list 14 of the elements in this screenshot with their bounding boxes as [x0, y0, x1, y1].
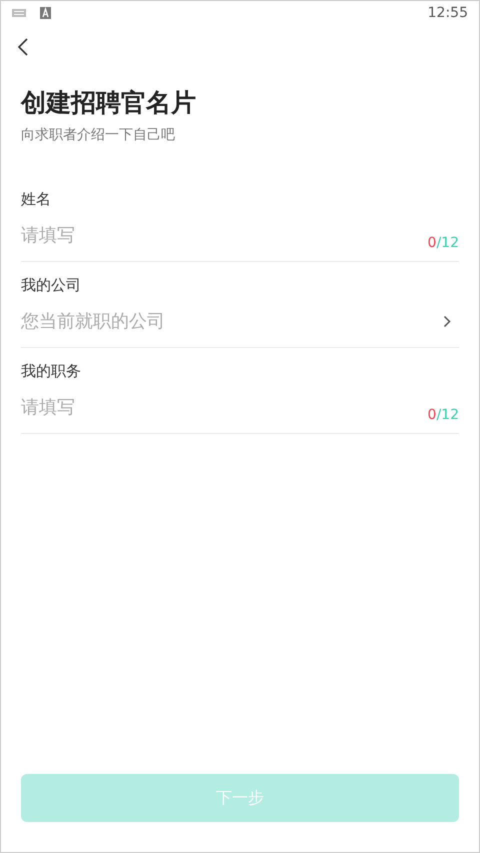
chevron-right-icon[interactable]: [443, 314, 451, 328]
char-counter: 0/12: [428, 235, 459, 251]
page-subtitle: 向求职者介绍一下自己吧: [21, 126, 176, 144]
keyboard-icon: [12, 9, 26, 17]
clock-time: 12:55: [428, 5, 468, 21]
page-title: 创建招聘官名片: [21, 87, 197, 119]
a-icon: [40, 7, 51, 19]
field-label: 我的职务: [21, 361, 82, 381]
text-input[interactable]: 请填写: [21, 396, 428, 418]
field-label: 姓名: [21, 189, 52, 209]
field-label: 我的公司: [21, 275, 82, 295]
company-select[interactable]: 您当前就职的公司: [21, 310, 443, 332]
text-input[interactable]: 请填写: [21, 224, 428, 246]
char-counter: 0/12: [428, 407, 459, 423]
